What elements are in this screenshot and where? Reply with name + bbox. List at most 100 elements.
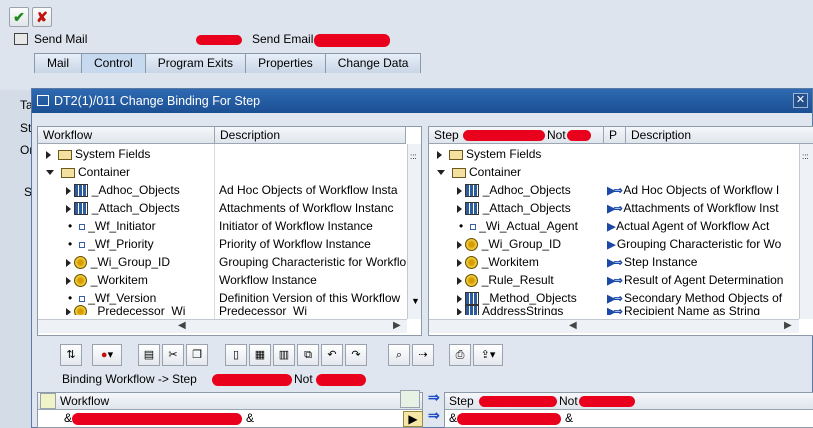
expand-icon[interactable] [457, 294, 462, 303]
node-description: ▶⇒ Attachments of Workflow Inst [607, 199, 799, 217]
tree-node[interactable]: AddressStrings [457, 305, 607, 315]
expand-icon[interactable] [66, 276, 71, 285]
node-label: Container [469, 165, 522, 179]
tree-node[interactable]: _Workitem [457, 253, 607, 271]
binding-row-workflow[interactable]: & & [64, 411, 404, 427]
expand-icon[interactable] [437, 150, 442, 159]
column-header-workflow[interactable]: Workflow [38, 393, 422, 410]
table-icon [465, 292, 480, 306]
new-row-icon[interactable]: ▯ [225, 344, 247, 366]
tree-node[interactable]: _Adhoc_Objects [66, 181, 216, 199]
binding-arrow-icon: ▶⇒ [607, 293, 623, 305]
scroll-down-icon[interactable]: ▼ [411, 296, 420, 306]
binding-row-step[interactable]: & & [449, 411, 789, 427]
tab-control[interactable]: Control [81, 53, 146, 73]
binding-arrow-icon: ▶⇒ [607, 185, 623, 197]
horizontal-scrollbar[interactable]: ◀ ▶ [429, 319, 799, 333]
column-header-step[interactable]: Step Not [445, 393, 813, 410]
redaction [196, 35, 242, 45]
expand-icon[interactable] [46, 150, 51, 159]
arrow-right-icon[interactable]: ⇒ [428, 389, 440, 406]
tree-node-container[interactable]: Container [46, 163, 216, 181]
tab-properties[interactable]: Properties [245, 53, 326, 73]
print-icon[interactable]: ⎙ [449, 344, 471, 366]
tree-node[interactable]: _Predecessor_Wi [66, 305, 216, 315]
tree-node[interactable]: _Rule_Result [457, 271, 607, 289]
tree-node[interactable]: _Adhoc_Objects [457, 181, 607, 199]
expand-icon[interactable] [457, 204, 462, 213]
description-text: Secondary Method Objects of [624, 291, 783, 305]
node-label: _Predecessor_Wi [90, 305, 186, 315]
binding-arrow-icon: ▶⇒ [607, 203, 623, 215]
cancel-button[interactable]: ✘ [32, 7, 52, 27]
tree-node[interactable]: _Wi_Group_ID [457, 235, 607, 253]
binding-arrow-icon: ▶⇒ [607, 306, 623, 315]
tree-node[interactable]: • _Wf_Priority [68, 235, 216, 253]
move-icon[interactable]: ⇅ [60, 344, 82, 366]
tab-strip: Mail Control Program Exits Properties Ch… [34, 53, 422, 73]
node-description: ▶ Grouping Characteristic for Wo [607, 235, 799, 253]
column-header-p[interactable]: P [604, 127, 626, 144]
close-icon: ✘ [36, 8, 48, 25]
tree-node[interactable]: _Attach_Objects [457, 199, 607, 217]
play-icon[interactable]: ▶ [403, 411, 423, 427]
arrow-right-icon[interactable]: ⇒ [428, 407, 440, 424]
expand-icon[interactable] [66, 307, 71, 315]
collapse-icon[interactable] [46, 170, 54, 176]
tab-change-data[interactable]: Change Data [324, 53, 422, 73]
node-label: _Workitem [90, 273, 148, 287]
tree-node-system-fields[interactable]: System Fields [437, 145, 607, 163]
expand-icon[interactable] [457, 258, 462, 267]
expand-icon[interactable] [457, 307, 462, 315]
cut-icon[interactable]: ✂ [162, 344, 184, 366]
column-header-workflow[interactable]: Workflow [38, 127, 215, 144]
vertical-scrollbar[interactable]: ::: ▼ [407, 144, 421, 319]
delete-row-icon[interactable]: ▥ [273, 344, 295, 366]
header-label: Step [449, 394, 474, 408]
copy-icon[interactable]: ❐ [186, 344, 208, 366]
background-form: Ta St Or S [0, 90, 33, 428]
paste-icon[interactable]: ▤ [138, 344, 160, 366]
expand-icon[interactable] [66, 258, 71, 267]
tree-node-system-fields[interactable]: System Fields [46, 145, 216, 163]
column-header-step[interactable]: Step Not [429, 127, 604, 144]
find-icon[interactable]: ⌕ [388, 344, 410, 366]
expand-icon[interactable] [66, 204, 71, 213]
column-header-description[interactable]: Description [215, 127, 406, 144]
horizontal-scrollbar[interactable]: ◀ ▶ [38, 319, 407, 333]
undo-icon[interactable]: ↶ [321, 344, 343, 366]
node-label: _Wi_Actual_Agent [479, 219, 578, 233]
confirm-button[interactable]: ✔ [9, 7, 29, 27]
select-all-icon[interactable] [40, 393, 56, 409]
tree-node[interactable]: _Workitem [66, 271, 216, 289]
expand-icon[interactable] [457, 186, 462, 195]
close-button[interactable]: ✕ [793, 93, 808, 108]
binding-arrow-icon: ▶⇒ [607, 275, 623, 287]
duplicate-icon[interactable]: ⧉ [297, 344, 319, 366]
tree-node-container[interactable]: Container [437, 163, 607, 181]
description-text: Recipient Name as String [624, 305, 761, 315]
redo-icon[interactable]: ↷ [345, 344, 367, 366]
insert-row-icon[interactable]: ▦ [249, 344, 271, 366]
find-next-icon[interactable]: ⇢ [412, 344, 434, 366]
node-label: _Method_Objects [482, 291, 577, 305]
tree-node[interactable]: _Attach_Objects [66, 199, 216, 217]
tab-mail[interactable]: Mail [34, 53, 83, 73]
column-header-description[interactable]: Description [626, 127, 813, 144]
element-icon [78, 223, 85, 230]
vertical-scrollbar[interactable]: ::: [799, 144, 813, 319]
tree-node[interactable]: • _Wf_Initiator [68, 217, 216, 235]
collapse-icon[interactable] [437, 170, 445, 176]
tab-program-exits[interactable]: Program Exits [144, 53, 247, 73]
expand-icon[interactable] [457, 276, 462, 285]
tree-node[interactable]: • _Wi_Actual_Agent [459, 217, 607, 235]
export-button[interactable]: ⇪▾ [473, 344, 503, 366]
table-icon [74, 202, 89, 216]
tree-node[interactable]: _Wi_Group_ID [66, 253, 216, 271]
expand-icon[interactable] [66, 186, 71, 195]
binding-assign-icon[interactable] [400, 390, 420, 408]
table-icon [74, 184, 89, 198]
delete-binding-button[interactable]: ●▾ [92, 344, 122, 366]
expand-icon[interactable] [457, 240, 462, 249]
header-label: Step [434, 128, 459, 142]
